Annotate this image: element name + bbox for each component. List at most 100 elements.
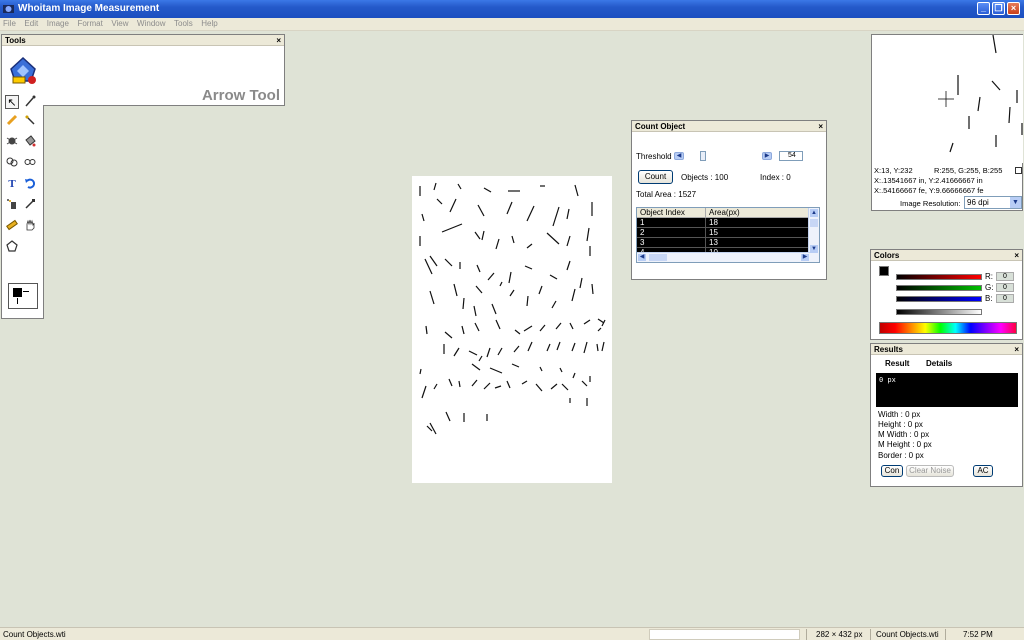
colors-panel: Colors × R: G: B: 0 0 0 bbox=[870, 249, 1023, 340]
count-object-close-icon[interactable]: × bbox=[818, 121, 823, 132]
menu-image[interactable]: Image bbox=[44, 18, 72, 28]
tools-close-icon[interactable]: × bbox=[276, 35, 281, 46]
tools-panel-header: Tools × bbox=[2, 35, 284, 46]
result-border: Border : 0 px bbox=[878, 451, 924, 460]
threshold-label: Threshold bbox=[636, 152, 672, 161]
colors-title: Colors bbox=[874, 251, 900, 260]
clone-icon[interactable] bbox=[5, 156, 19, 170]
pipette-icon[interactable] bbox=[23, 198, 37, 212]
objects-table[interactable]: Object Index Area(px) 1 18 2 15 3 13 4 1… bbox=[636, 207, 820, 263]
menu-edit[interactable]: Edit bbox=[21, 18, 41, 28]
blue-slider[interactable] bbox=[896, 296, 982, 302]
status-left-text: Count Objects.wti bbox=[3, 630, 66, 639]
scroll-thumb[interactable] bbox=[810, 219, 818, 227]
results-close-icon[interactable]: × bbox=[1014, 344, 1019, 355]
column-area[interactable]: Area(px) bbox=[706, 208, 810, 217]
ruler-icon[interactable] bbox=[5, 219, 19, 233]
color-line-vertical bbox=[17, 298, 18, 304]
menu-format[interactable]: Format bbox=[74, 18, 105, 28]
table-row[interactable]: 1 18 bbox=[637, 218, 819, 228]
scroll-left-icon[interactable]: ◀ bbox=[638, 254, 646, 261]
bucket-icon[interactable] bbox=[23, 135, 37, 149]
red-slider[interactable] bbox=[896, 274, 982, 280]
app-icon bbox=[3, 5, 14, 13]
threshold-value-field[interactable]: 54 bbox=[779, 151, 803, 161]
hscroll-thumb[interactable] bbox=[649, 254, 667, 261]
table-cell: 3 bbox=[637, 238, 706, 247]
tab-details[interactable]: Details bbox=[926, 359, 952, 368]
green-value[interactable]: 0 bbox=[996, 283, 1014, 292]
eyedropper-icon[interactable] bbox=[23, 95, 37, 109]
current-color-swatch[interactable] bbox=[879, 266, 889, 276]
status-progress-field bbox=[649, 629, 800, 640]
scroll-down-icon[interactable]: ▼ bbox=[810, 245, 818, 253]
image-canvas[interactable] bbox=[412, 176, 612, 483]
menu-help[interactable]: Help bbox=[198, 18, 220, 28]
table-row[interactable]: 2 15 bbox=[637, 228, 819, 238]
menu-file[interactable]: File bbox=[0, 18, 19, 28]
brightness-slider[interactable] bbox=[896, 309, 982, 315]
status-file-name: Count Objects.wti bbox=[876, 630, 939, 639]
tab-result[interactable]: Result bbox=[885, 359, 909, 368]
table-horizontal-scrollbar[interactable]: ◀ ▶ bbox=[637, 252, 810, 262]
colors-close-icon[interactable]: × bbox=[1014, 250, 1019, 261]
cursor-coordinates: X:13, Y:232 bbox=[874, 166, 913, 175]
count-button[interactable]: Count bbox=[638, 170, 673, 184]
minimize-button[interactable]: _ bbox=[977, 2, 990, 15]
threshold-increase-icon[interactable]: ▶ bbox=[762, 152, 772, 160]
blue-label: B: bbox=[985, 294, 993, 303]
bug-icon[interactable] bbox=[5, 135, 19, 149]
column-object-index[interactable]: Object Index bbox=[637, 208, 706, 217]
pencil-icon[interactable] bbox=[5, 114, 19, 128]
table-row[interactable]: 3 13 bbox=[637, 238, 819, 248]
menu-window[interactable]: Window bbox=[134, 18, 168, 28]
results-panel: Results × Result Details 0 px Width : 0 … bbox=[870, 343, 1023, 487]
status-image-size: 282 × 432 px bbox=[816, 630, 863, 639]
polygon-icon[interactable] bbox=[5, 240, 19, 254]
tools-panel-title: Tools bbox=[5, 36, 26, 45]
scroll-up-icon[interactable]: ▲ bbox=[810, 209, 818, 217]
pixel-color-swatch bbox=[1015, 167, 1022, 174]
table-cell: 13 bbox=[706, 238, 810, 247]
hand-icon[interactable] bbox=[23, 219, 37, 233]
con-button[interactable]: Con bbox=[881, 465, 903, 477]
scroll-right-icon[interactable]: ▶ bbox=[801, 254, 809, 261]
result-output: 0 px bbox=[876, 373, 1018, 407]
preview-zoom-content bbox=[938, 34, 1023, 153]
text-icon[interactable]: T bbox=[5, 177, 19, 191]
ac-button[interactable]: AC bbox=[973, 465, 993, 477]
count-object-title: Count Object bbox=[635, 122, 686, 131]
table-cell: 2 bbox=[637, 228, 706, 237]
color-spectrum[interactable] bbox=[879, 322, 1017, 334]
total-area: Total Area : 1527 bbox=[636, 190, 697, 199]
clear-noise-button[interactable]: Clear Noise bbox=[906, 465, 954, 477]
active-tool-label: Arrow Tool bbox=[201, 87, 280, 104]
color-indicator[interactable] bbox=[8, 283, 38, 309]
menu-tools[interactable]: Tools bbox=[171, 18, 196, 28]
preview-image[interactable] bbox=[930, 34, 1023, 163]
table-cell: 1 bbox=[637, 218, 706, 227]
glasses-icon[interactable] bbox=[23, 156, 37, 170]
window-title: Whoitam Image Measurement bbox=[18, 3, 160, 14]
tools-panel: Tools × Arrow Tool bbox=[1, 34, 285, 106]
green-slider[interactable] bbox=[896, 285, 982, 291]
blue-value[interactable]: 0 bbox=[996, 294, 1014, 303]
close-button[interactable]: × bbox=[1007, 2, 1020, 15]
menu-view[interactable]: View bbox=[108, 18, 131, 28]
result-height: Height : 0 px bbox=[878, 420, 923, 429]
threshold-decrease-icon[interactable]: ◀ bbox=[674, 152, 684, 160]
chevron-down-icon[interactable]: ▼ bbox=[1010, 197, 1021, 208]
spray-icon[interactable] bbox=[5, 198, 19, 212]
table-header: Object Index Area(px) bbox=[637, 208, 819, 218]
green-label: G: bbox=[985, 283, 994, 292]
undo-icon[interactable] bbox=[23, 177, 37, 191]
title-bar: Whoitam Image Measurement _ ❐ × bbox=[0, 0, 1024, 18]
resolution-select[interactable]: 96 dpi ▼ bbox=[964, 196, 1022, 209]
arrow-icon[interactable]: ↖ bbox=[5, 95, 19, 109]
maximize-button[interactable]: ❐ bbox=[992, 2, 1005, 15]
magic-wand-icon[interactable] bbox=[23, 114, 37, 128]
results-header: Results × bbox=[871, 344, 1022, 355]
count-object-panel: Count Object × Threshold ◀ ▶ 54 Count Ob… bbox=[631, 120, 827, 280]
threshold-slider-thumb[interactable] bbox=[700, 151, 706, 161]
red-value[interactable]: 0 bbox=[996, 272, 1014, 281]
